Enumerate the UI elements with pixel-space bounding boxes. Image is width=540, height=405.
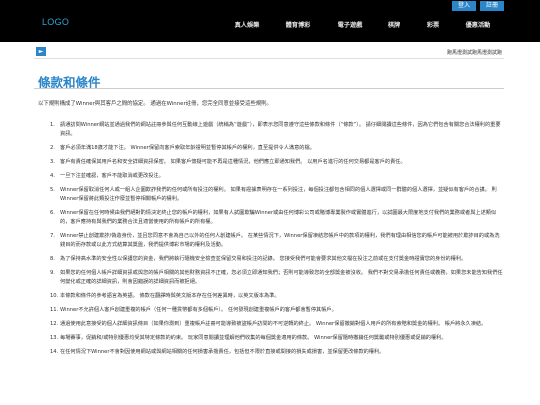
terms-item-text: 客戶必須年滿18歲才能下注。 Winner保留向客戶索取年齡證明並暫停其帳戶的權… — [60, 145, 315, 151]
top-header: LOGO 登入 註冊 真人娛樂 體育博彩 電子遊戲 棋牌 彩票 優惠活動 — [0, 0, 540, 42]
terms-item: 7. Winner禁止創建欺詐/偽造身份，並且您同意不會為自己以外的任何人創建帳戶… — [50, 232, 504, 250]
terms-item: 1. 請通訪問Winner網站並通過我們的網站註冊參與任何互動線上遊戲（統稱為“遊… — [50, 121, 504, 139]
terms-item-text: 通過使用此意接受的個人詳細資訊條目（如果你測到）重複帳戶註冊可能導致被盜帳戶訪問… — [60, 321, 487, 327]
terms-item-text: 一旦下注並確認，客戶不能取消或更改投注。 — [60, 173, 164, 179]
terms-item-number: 11. — [50, 307, 59, 313]
terms-item-number: 12. — [50, 321, 59, 327]
terms-item-text: 在任何情況下Winner不會對因使用網站或與網站相關的任何損害承擔責任，包括但不… — [60, 349, 385, 355]
main-nav: 真人娛樂 體育博彩 電子遊戲 棋牌 彩票 優惠活動 — [0, 20, 540, 32]
announcement-bar: ► 跑馬燈測試跑馬燈測試跑 — [34, 46, 504, 59]
nav-item-promotions[interactable]: 優惠活動 — [466, 20, 491, 29]
terms-item: 8. 為了保持高水準的安全性以保護您的資金，我們將執行隨機安全檢查並保留交易和投注… — [50, 255, 504, 264]
nav-item-chess-cards[interactable]: 棋牌 — [388, 20, 400, 29]
terms-item: 10. 本條款和條件的參考語言為英語。 條款在翻譯時與英文版本存在任何差異時，以英… — [50, 292, 504, 301]
terms-item-number: 13. — [50, 335, 59, 341]
register-button[interactable]: 註冊 — [480, 1, 504, 11]
terms-item-text: 如果您的任何個人帳戶詳細資訊或與您的帳戶相關的其他財務資訊不正確，您必須立即通知… — [60, 270, 503, 285]
terms-item: 9. 如果您的任何個人帳戶詳細資訊或與您的帳戶相關的其他財務資訊不正確，您必須立即… — [50, 269, 504, 287]
terms-item-text: 為了保持高水準的安全性以保護您的資金，我們將執行隨機安全檢查並保留交易和投注的記… — [60, 256, 467, 262]
terms-item-number: 6. — [50, 210, 55, 216]
terms-item-text: 客戶有責任確保其用戶名和安全詳細資訊保密。 如果客戶懷疑可能不再是這種情況，他們… — [60, 159, 406, 165]
terms-item: 11. Winner不允許個人客戶創建重複的帳戶（任何一種貨幣都有多個帳戶）。 任… — [50, 306, 504, 315]
terms-item-number: 5. — [50, 187, 55, 193]
terms-item-number: 10. — [50, 293, 59, 299]
terms-item-text: Winner禁止創建欺詐/偽造身份，並且您同意不會為自己以外的任何人創建帳戶。 … — [60, 233, 500, 248]
intro-text: 以下規則構成了Winner與其客戶之間的協定。 通過在Winner註冊，您完全同… — [38, 101, 272, 107]
terms-item-number: 3. — [50, 159, 55, 165]
terms-item-text: Winner保留在任何時候由我們絕對酌情決定終止您的帳戶的權利，如果有人試圖欺騙… — [60, 210, 497, 225]
terms-item: 12. 通過使用此意接受的個人詳細資訊條目（如果你測到）重複帳戶註冊可能導致被盜帳… — [50, 320, 504, 329]
terms-item-text: Winner不允許個人客戶創建重複的帳戶（任何一種貨幣都有多個帳戶）。 任何發現… — [60, 307, 337, 313]
terms-item-text: 請通訪問Winner網站並通過我們的網站註冊參與任何互動線上遊戲（統稱為“遊戲”… — [60, 122, 501, 137]
terms-list: 1. 請通訪問Winner網站並通過我們的網站註冊參與任何互動線上遊戲（統稱為“遊… — [50, 121, 504, 362]
terms-item: 2. 客戶必須年滿18歲才能下注。 Winner保留向客戶索取年齡證明並暫停其帳戶… — [50, 144, 504, 153]
terms-item: 14. 在任何情況下Winner不會對因使用網站或與網站相關的任何損害承擔責任，包… — [50, 348, 504, 357]
terms-item-number: 4. — [50, 173, 55, 179]
terms-item: 3. 客戶有責任確保其用戶名和安全詳細資訊保密。 如果客戶懷疑可能不再是這種情況，… — [50, 158, 504, 167]
terms-item: 5. Winner保留取消任何人或一組人企圖欺詐我們的任何或所有投注的權利。 如果… — [50, 186, 504, 204]
nav-item-slots[interactable]: 電子遊戲 — [338, 20, 363, 29]
terms-item-number: 1. — [50, 122, 55, 128]
terms-item-number: 7. — [50, 233, 55, 239]
login-button[interactable]: 登入 — [452, 1, 476, 11]
terms-item-text: 本條款和條件的參考語言為英語。 條款在翻譯時與英文版本存在任何差異時，以英文版本… — [60, 293, 280, 299]
nav-item-live-casino[interactable]: 真人娛樂 — [235, 20, 260, 29]
terms-item: 13. 每場賽事，促銷和/或特別優惠均受其特定條款的約束。 玩家同意閱讀並理解他們… — [50, 334, 504, 343]
title-divider — [34, 88, 504, 89]
terms-item-text: 每場賽事，促銷和/或特別優惠均受其特定條款的約束。 玩家同意閱讀並理解他們收集的… — [60, 335, 447, 341]
terms-item-number: 14. — [50, 349, 59, 355]
speaker-icon: ► — [36, 47, 46, 56]
terms-item: 4. 一旦下注並確認，客戶不能取消或更改投注。 — [50, 172, 504, 181]
announcement-text: 跑馬燈測試跑馬燈測試跑 — [446, 50, 502, 56]
terms-item: 6. Winner保留在任何時候由我們絕對酌情決定終止您的帳戶的權利，如果有人試圖… — [50, 209, 504, 227]
terms-item-number: 9. — [50, 270, 55, 276]
nav-item-lottery[interactable]: 彩票 — [427, 20, 439, 29]
nav-item-sports[interactable]: 體育博彩 — [286, 20, 311, 29]
terms-item-number: 2. — [50, 145, 55, 151]
terms-item-text: Winner保留取消任何人或一組人企圖欺詐我們的任何或所有投注的權利。 如果有證… — [60, 187, 497, 202]
terms-item-number: 8. — [50, 256, 55, 262]
